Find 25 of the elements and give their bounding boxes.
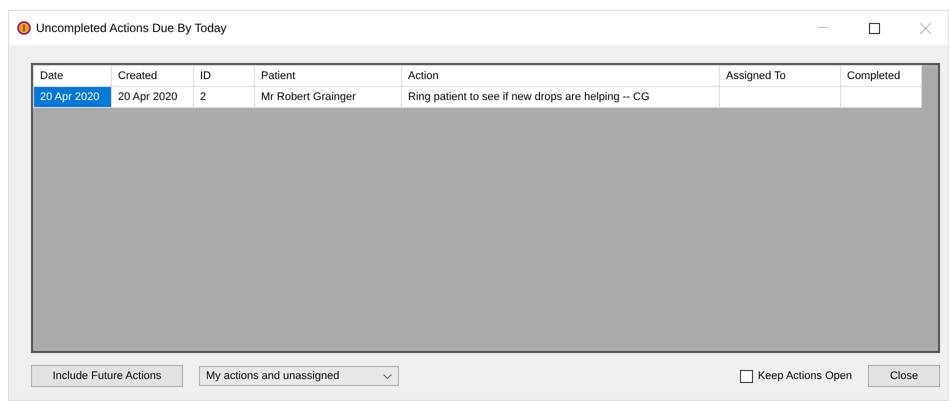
window-title: Uncompleted Actions Due By Today <box>36 21 228 35</box>
table-cell[interactable]: 2 <box>194 86 254 108</box>
column-header[interactable]: Date <box>34 66 112 86</box>
table-cell[interactable] <box>720 86 840 108</box>
table-cell[interactable] <box>840 86 922 108</box>
app-icon <box>17 21 31 35</box>
table-cell[interactable]: 20 Apr 2020 <box>112 86 194 108</box>
filter-dropdown[interactable]: My actions and unassigned <box>199 366 399 386</box>
column-header[interactable]: Completed <box>840 66 922 86</box>
minimize-icon <box>818 27 828 29</box>
table-cell[interactable]: Mr Robert Grainger <box>254 86 402 108</box>
include-future-actions-button[interactable]: Include Future Actions <box>31 365 183 387</box>
chevron-down-icon <box>383 374 392 378</box>
keep-open-checkbox[interactable] <box>740 370 753 382</box>
keep-open-label: Keep Actions Open <box>758 370 852 382</box>
table-cell[interactable]: Ring patient to see if new drops are helping -- CG <box>402 86 720 108</box>
maximize-icon <box>868 22 880 34</box>
close-button[interactable]: Close <box>868 365 940 387</box>
column-header[interactable]: Created <box>112 66 194 86</box>
column-header[interactable]: Action <box>402 66 720 86</box>
column-header[interactable]: Patient <box>254 66 402 86</box>
column-header[interactable]: ID <box>194 66 254 86</box>
table-cell[interactable]: 20 Apr 2020 <box>34 86 112 108</box>
column-header[interactable]: Assigned To <box>720 66 840 86</box>
close-icon <box>920 22 930 34</box>
